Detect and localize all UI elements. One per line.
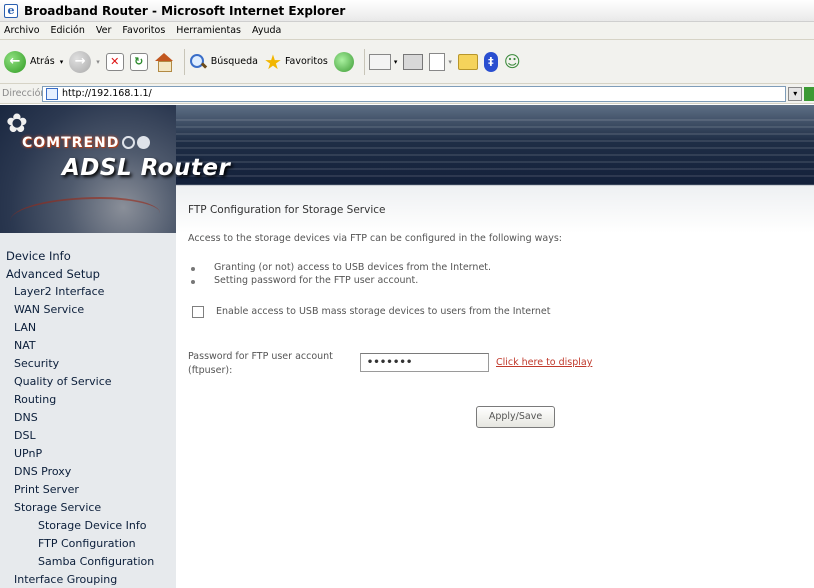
back-icon: ← (4, 50, 26, 73)
mail-dropdown-icon[interactable]: ▾ (394, 58, 398, 66)
edit-button[interactable]: ▾ (429, 52, 452, 71)
back-button[interactable]: ← Atrás ▾ (4, 50, 64, 73)
edit-dropdown-icon[interactable]: ▾ (448, 58, 452, 66)
refresh-button[interactable]: ↻ (129, 52, 148, 71)
ie-icon: e (4, 3, 18, 18)
folder-icon (457, 53, 478, 70)
go-button[interactable] (804, 86, 814, 101)
sidebar-item-dns[interactable]: DNS (14, 411, 38, 424)
menu-ayuda[interactable]: Ayuda (252, 25, 281, 36)
window-title: Broadband Router - Microsoft Internet Ex… (24, 3, 346, 18)
folder-button[interactable] (457, 53, 478, 70)
enable-usb-access-label: Enable access to USB mass storage device… (216, 306, 551, 317)
favorites-button[interactable]: ★ Favoritos (264, 52, 328, 72)
sidebar-item-dns-proxy[interactable]: DNS Proxy (14, 465, 71, 478)
toolbar-separator (363, 48, 365, 75)
sidebar-item-storage-service[interactable]: Storage Service (14, 501, 101, 514)
sidebar-item-dsl[interactable]: DSL (14, 429, 36, 442)
password-label-line1: Password for FTP user account (188, 351, 333, 362)
product-title: ADSL Router (62, 155, 231, 181)
bullet-text-usb-access: Granting (or not) access to USB devices … (214, 262, 492, 273)
sidebar-item-storage-device-info[interactable]: Storage Device Info (38, 519, 146, 532)
edit-icon (429, 52, 446, 71)
sidebar-item-security[interactable]: Security (14, 357, 59, 370)
sidebar-item-upnp[interactable]: UPnP (14, 447, 42, 460)
forward-icon: → (69, 50, 92, 73)
show-password-link[interactable]: Click here to display (496, 357, 592, 368)
refresh-icon: ↻ (129, 52, 148, 71)
mail-button[interactable]: ▾ (368, 53, 398, 70)
bullet-icon (191, 267, 195, 271)
page-icon (46, 87, 58, 100)
apply-save-button[interactable]: Apply/Save (476, 406, 555, 428)
stop-icon: ✕ (105, 52, 124, 71)
sidebar-item-interface-grouping[interactable]: Interface Grouping (14, 573, 117, 586)
menu-archivo[interactable]: Archivo (4, 25, 40, 36)
print-icon (403, 53, 424, 70)
sidebar-item-nat[interactable]: NAT (14, 339, 36, 352)
router-banner: ✿ COMTREND ADSL Router (0, 105, 814, 233)
sidebar-item-layer2-interface[interactable]: Layer2 Interface (14, 285, 104, 298)
messenger-button[interactable]: ☺ (504, 52, 521, 71)
password-label-line2: (ftpuser): (188, 365, 233, 376)
favorites-label: Favoritos (284, 56, 328, 67)
sidebar-item-wan-service[interactable]: WAN Service (14, 303, 84, 316)
bullet-icon (191, 280, 195, 284)
enable-usb-access-checkbox[interactable] (192, 306, 204, 318)
banner-swoosh (10, 197, 160, 233)
address-bar: Dirección http://192.168.1.1/ ▾ (0, 84, 814, 104)
sidebar-item-quality-of-service[interactable]: Quality of Service (14, 375, 112, 388)
search-button[interactable]: Búsqueda (189, 53, 258, 71)
favorites-star-icon: ★ (264, 49, 282, 74)
sidebar-item-routing[interactable]: Routing (14, 393, 56, 406)
bullet-text-password: Setting password for the FTP user accoun… (214, 275, 419, 286)
banner-stripes (175, 119, 814, 179)
sidebar-item-print-server[interactable]: Print Server (14, 483, 79, 496)
forward-dropdown-icon[interactable]: ▾ (96, 58, 100, 66)
messenger-icon: ☺ (503, 52, 521, 71)
history-button[interactable] (333, 51, 354, 72)
address-dropdown-icon[interactable]: ▾ (788, 86, 803, 101)
sidebar-item-ftp-configuration[interactable]: FTP Configuration (38, 537, 136, 550)
sidebar-item-samba-configuration[interactable]: Samba Configuration (38, 555, 154, 568)
home-icon (154, 52, 174, 72)
back-label: Atrás (30, 56, 55, 67)
history-icon (333, 51, 354, 72)
menu-herramientas[interactable]: Herramientas (176, 25, 241, 36)
mail-icon (368, 53, 391, 70)
search-label: Búsqueda (210, 56, 259, 67)
menu-bar: Archivo Edición Ver Favoritos Herramient… (0, 22, 814, 40)
menu-favoritos[interactable]: Favoritos (122, 25, 165, 36)
ftp-password-input[interactable]: ••••••• (360, 353, 489, 372)
search-icon (189, 53, 207, 71)
address-label: Dirección (2, 88, 47, 99)
bluetooth-button[interactable]: ‡ (483, 51, 498, 72)
stop-button[interactable]: ✕ (105, 52, 124, 71)
forward-button[interactable]: → ▾ (69, 50, 100, 73)
brand-logo: COMTREND (22, 135, 120, 151)
browser-toolbar: ← Atrás ▾ → ▾ ✕ ↻ Búsqueda ★ Favoritos ▾… (0, 40, 814, 84)
bluetooth-icon: ‡ (483, 51, 498, 72)
home-button[interactable] (154, 52, 174, 72)
address-url: http://192.168.1.1/ (62, 88, 152, 99)
page-title: FTP Configuration for Storage Service (188, 204, 386, 216)
menu-ver[interactable]: Ver (96, 25, 112, 36)
sidebar-item-advanced-setup[interactable]: Advanced Setup (6, 267, 100, 281)
toolbar-separator (183, 48, 185, 75)
sidebar-item-device-info[interactable]: Device Info (6, 249, 71, 263)
menu-edicion[interactable]: Edición (51, 25, 85, 36)
brand-dots-icon (122, 136, 152, 149)
address-input[interactable]: http://192.168.1.1/ (42, 85, 787, 102)
window-titlebar: e Broadband Router - Microsoft Internet … (0, 0, 814, 22)
print-button[interactable] (403, 53, 424, 70)
intro-text: Access to the storage devices via FTP ca… (188, 233, 562, 244)
comtrend-flower-icon: ✿ (6, 109, 28, 139)
sidebar-item-lan[interactable]: LAN (14, 321, 36, 334)
back-dropdown-icon[interactable]: ▾ (60, 58, 64, 66)
